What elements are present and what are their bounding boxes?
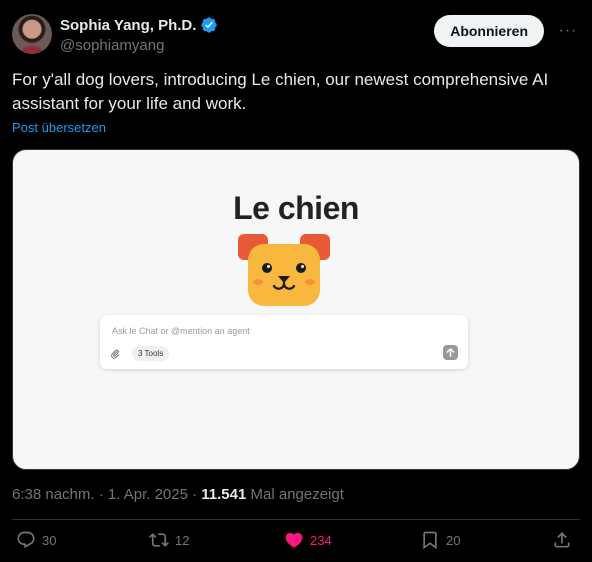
reply-button[interactable]: 30: [16, 530, 56, 550]
repost-icon: [149, 533, 169, 547]
media-image[interactable]: Le chien Ask le Chat or @mention an agen…: [12, 149, 580, 470]
bookmark-icon: [423, 531, 437, 550]
reply-count: 30: [42, 532, 57, 548]
dog-face-icon: [238, 234, 330, 306]
avatar[interactable]: [12, 14, 52, 54]
media-title: Le chien: [233, 190, 359, 226]
views-count: 11.541: [201, 486, 247, 503]
tools-chip: 3 Tools: [132, 346, 170, 361]
repost-count: 12: [175, 532, 190, 548]
bookmark-count: 20: [446, 532, 461, 548]
more-options-icon[interactable]: ···: [556, 20, 580, 42]
repost-button[interactable]: 12: [149, 530, 189, 550]
bookmark-button[interactable]: 20: [420, 530, 460, 550]
timestamp[interactable]: 6:38 nachm. · 1. Apr. 2025 ·: [12, 486, 201, 503]
divider: [12, 519, 580, 520]
tweet-text: For y'all dog lovers, introducing Le chi…: [12, 70, 549, 113]
heart-icon: [285, 532, 303, 548]
reply-icon: [17, 531, 35, 549]
share-button[interactable]: [552, 530, 572, 550]
tweet-header: Sophia Yang, Ph.D. @sophiamyang Abonnier…: [12, 12, 580, 56]
send-arrow-icon: [443, 345, 458, 360]
author-handle[interactable]: @sophiamyang: [60, 37, 164, 54]
tweet-meta: 6:38 nachm. · 1. Apr. 2025 · 11.541 Mal …: [12, 486, 344, 503]
chat-input-box: Ask le Chat or @mention an agent 3 Tools: [100, 315, 468, 369]
follow-button[interactable]: Abonnieren: [434, 15, 544, 47]
views-label: Mal angezeigt: [246, 486, 344, 503]
like-button[interactable]: 234: [284, 530, 332, 550]
chat-placeholder: Ask le Chat or @mention an agent: [112, 326, 250, 336]
author-display-name[interactable]: Sophia Yang, Ph.D.: [60, 17, 196, 34]
share-icon: [554, 532, 570, 548]
paperclip-icon: [111, 349, 119, 359]
translate-post-link[interactable]: Post übersetzen: [12, 120, 106, 135]
author-name-row: Sophia Yang, Ph.D.: [60, 16, 218, 34]
action-bar: 30 12 234 20: [0, 530, 592, 558]
like-count: 234: [310, 532, 332, 548]
verified-badge-icon: [201, 17, 218, 33]
